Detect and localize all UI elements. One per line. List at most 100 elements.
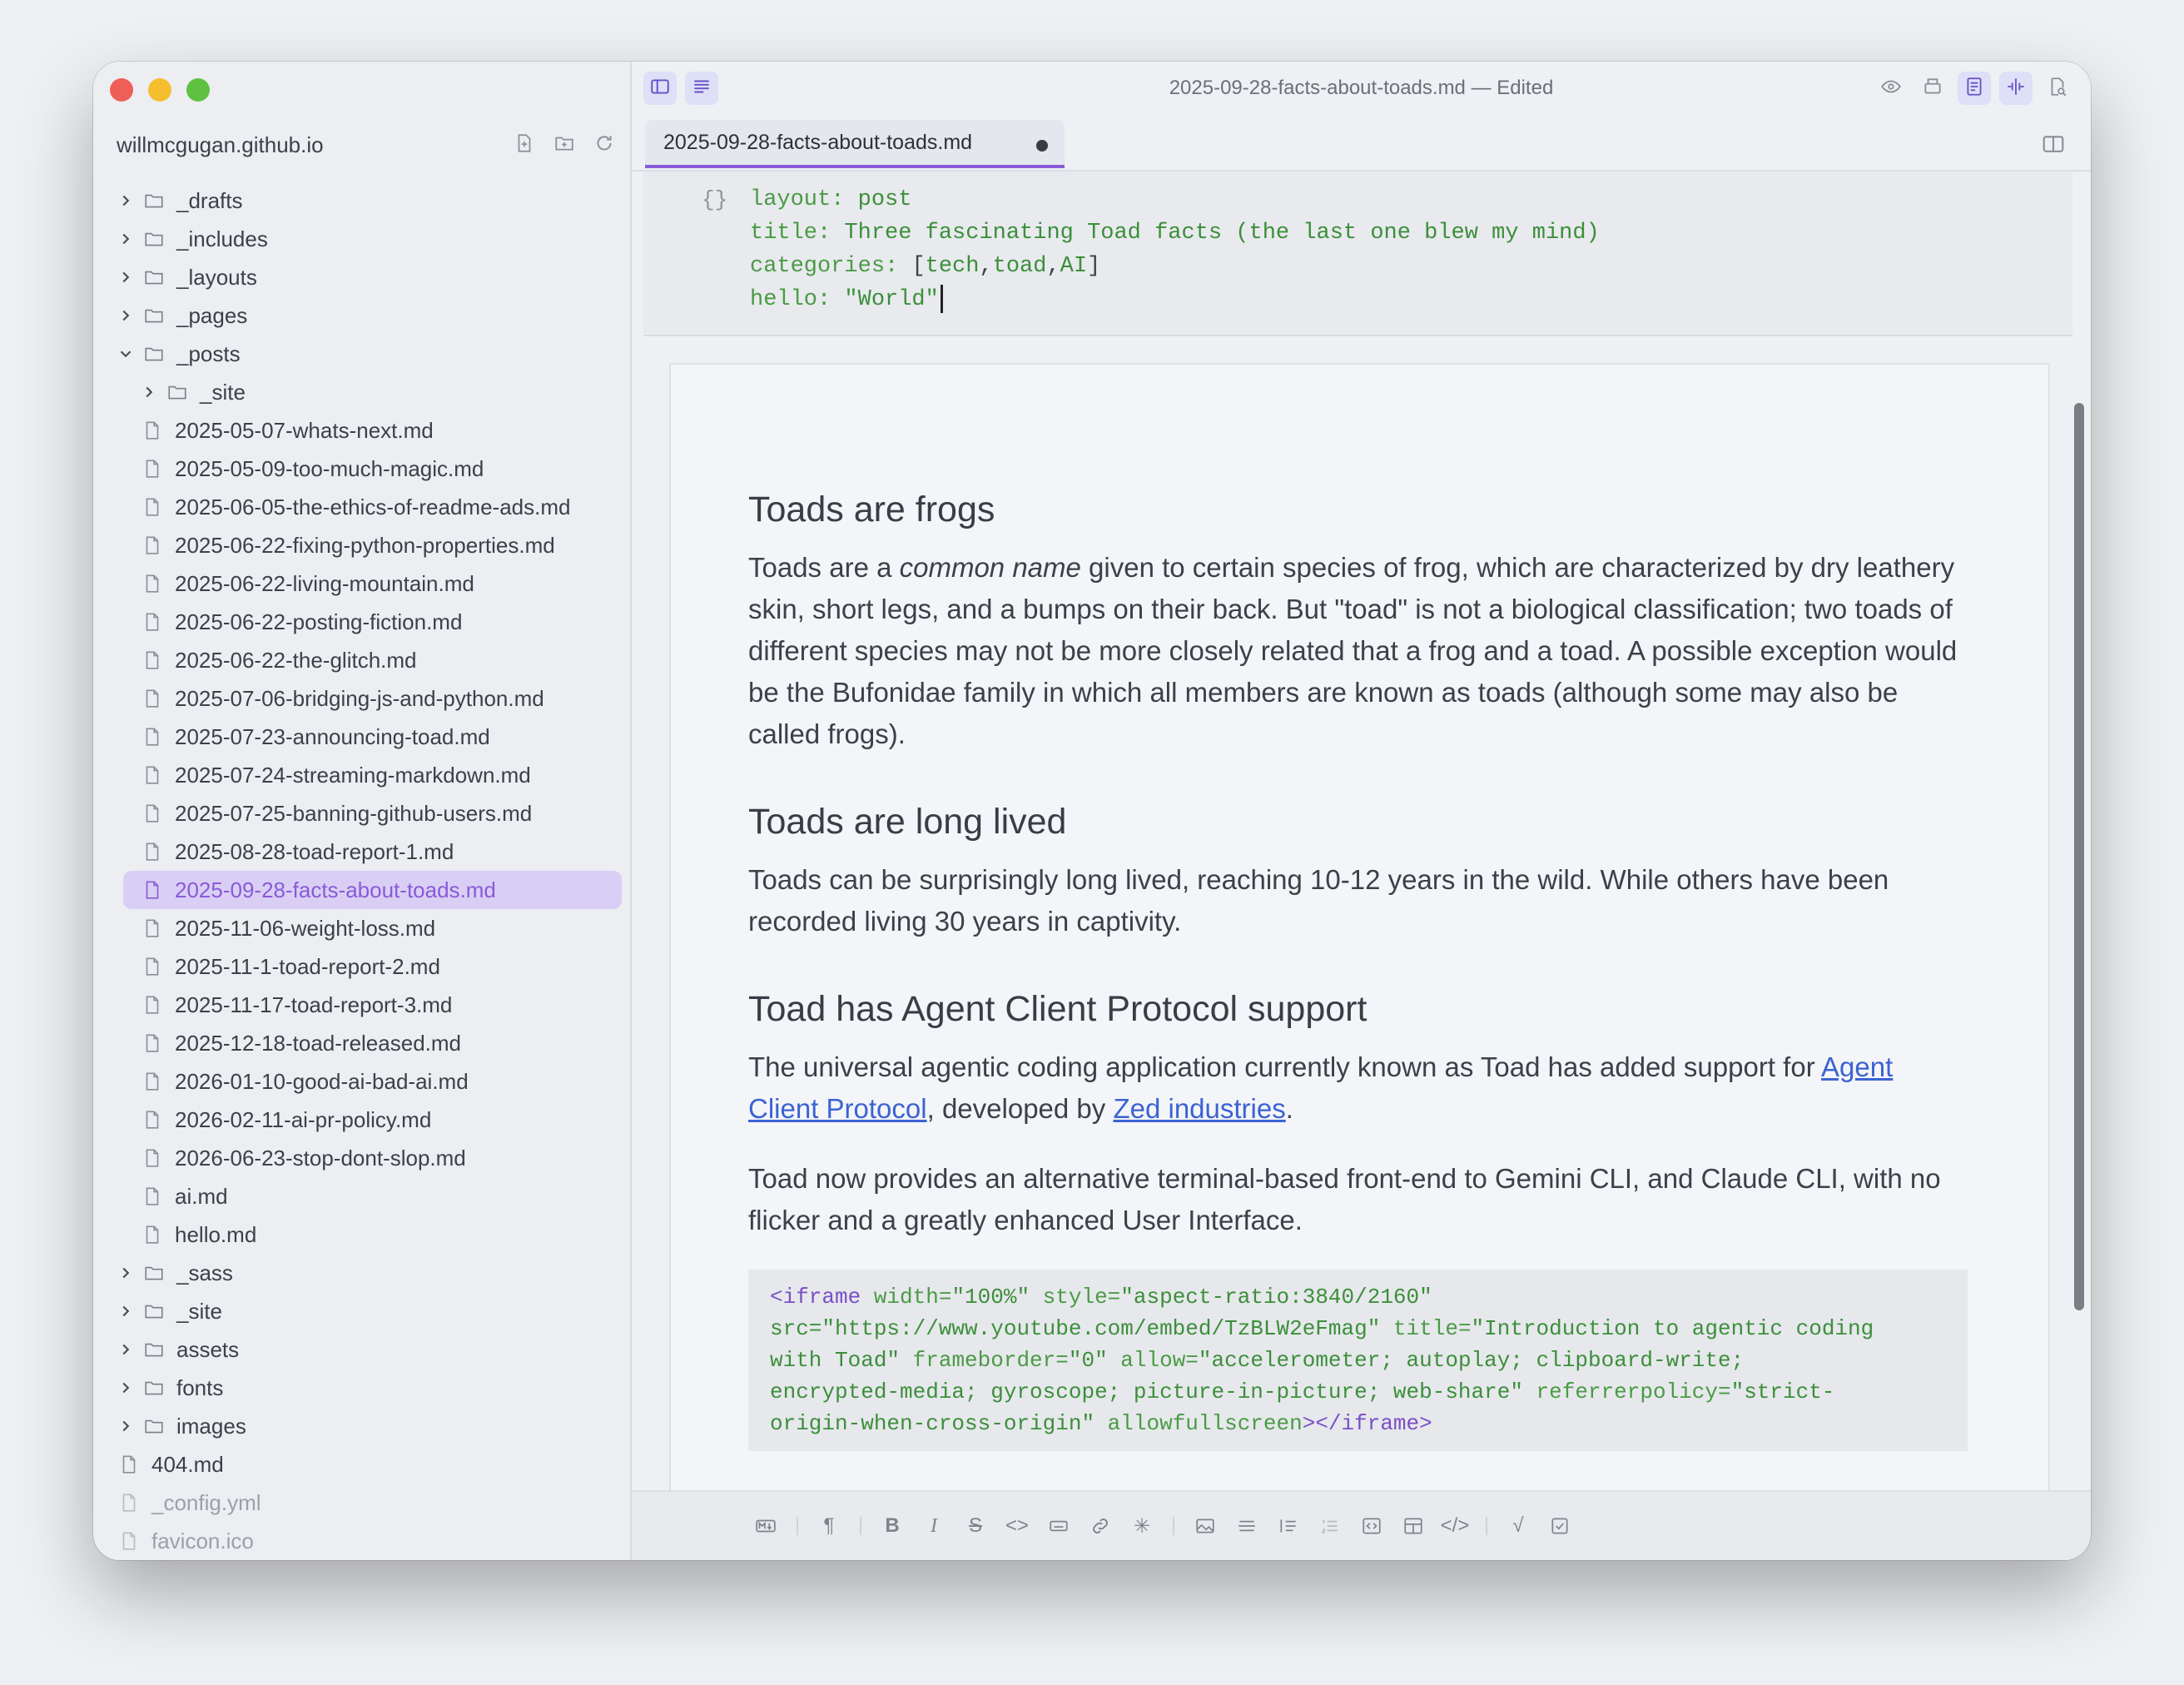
table-icon[interactable]	[1402, 1515, 1424, 1537]
refresh-icon[interactable]	[593, 132, 615, 158]
new-file-icon[interactable]	[514, 132, 535, 158]
bold-icon[interactable]: B	[881, 1514, 903, 1537]
tree-file-2025-07-25-banning-github-users-md[interactable]: 2025-07-25-banning-github-users.md	[93, 794, 630, 833]
tree-folder-fonts[interactable]: fonts	[93, 1369, 630, 1407]
file-icon	[141, 1147, 163, 1169]
tree-file-2025-06-22-posting-fiction-md[interactable]: 2025-06-22-posting-fiction.md	[93, 603, 630, 641]
keyboard-icon[interactable]	[1048, 1515, 1070, 1537]
math-icon[interactable]: √	[1507, 1514, 1529, 1537]
chevron-right-icon[interactable]	[117, 1340, 135, 1359]
tree-file-2025-11-1-toad-report-2-md[interactable]: 2025-11-1-toad-report-2.md	[93, 947, 630, 986]
tree-file-2025-07-06-bridging-js-and-python-md[interactable]: 2025-07-06-bridging-js-and-python.md	[93, 679, 630, 718]
tree-item-label: assets	[176, 1336, 240, 1362]
close-window-button[interactable]	[110, 78, 133, 102]
focus-mode-button[interactable]	[1999, 72, 2033, 105]
tree-file-2025-06-22-the-glitch-md[interactable]: 2025-06-22-the-glitch.md	[93, 641, 630, 679]
tree-file-2025-06-05-the-ethics-of-readme-ads-md[interactable]: 2025-06-05-the-ethics-of-readme-ads.md	[93, 488, 630, 526]
tree-item-label: 2025-06-22-fixing-python-properties.md	[175, 532, 555, 558]
folder-icon	[143, 1339, 165, 1360]
preview-button[interactable]	[1874, 72, 1908, 105]
unsaved-dot-icon[interactable]	[1036, 140, 1048, 152]
tree-file-2025-05-07-whats-next-md[interactable]: 2025-05-07-whats-next.md	[93, 411, 630, 450]
chevron-down-icon[interactable]	[117, 345, 135, 363]
tree-folder-drafts[interactable]: _drafts	[93, 181, 630, 220]
code-block-icon[interactable]	[1361, 1515, 1382, 1537]
tree-file-2025-05-09-too-much-magic-md[interactable]: 2025-05-09-too-much-magic.md	[93, 450, 630, 488]
paragraph-icon[interactable]: ¶	[818, 1514, 840, 1537]
strikethrough-icon[interactable]: S	[965, 1514, 986, 1537]
chevron-right-icon[interactable]	[117, 1302, 135, 1320]
split-view-button[interactable]	[2041, 132, 2066, 161]
tree-folder-images[interactable]: images	[93, 1407, 630, 1445]
checkbox-icon[interactable]	[1549, 1515, 1571, 1537]
tree-file-2025-07-23-announcing-toad-md[interactable]: 2025-07-23-announcing-toad.md	[93, 718, 630, 756]
tree-item-label: _layouts	[176, 264, 257, 290]
tree-item-label: 2025-06-05-the-ethics-of-readme-ads.md	[175, 494, 571, 519]
chevron-right-icon[interactable]	[140, 383, 158, 401]
tree-folder-site[interactable]: _site	[93, 1292, 630, 1330]
print-button[interactable]	[1916, 72, 1949, 105]
tree-folder-assets[interactable]: assets	[93, 1330, 630, 1369]
file-icon	[141, 917, 163, 939]
italic-icon[interactable]: I	[923, 1515, 945, 1537]
find-in-doc-button[interactable]	[2041, 72, 2074, 105]
chevron-right-icon[interactable]	[117, 1417, 135, 1435]
tree-folder-posts[interactable]: _posts	[93, 335, 630, 373]
code-block[interactable]: <iframe width="100%" style="aspect-ratio…	[748, 1270, 1968, 1451]
minimize-window-button[interactable]	[148, 78, 171, 102]
tree-file-2025-09-28-facts-about-toads-md[interactable]: 2025-09-28-facts-about-toads.md	[123, 871, 622, 909]
tab-facts-about-toads[interactable]: 2025-09-28-facts-about-toads.md	[645, 120, 1065, 168]
tree-file-hello-md[interactable]: hello.md	[93, 1215, 630, 1254]
html-icon[interactable]: </>	[1441, 1514, 1470, 1537]
tree-item-label: 404.md	[151, 1451, 224, 1477]
chevron-right-icon[interactable]	[117, 191, 135, 210]
image-icon[interactable]	[1194, 1515, 1216, 1537]
tree-folder-site[interactable]: _site	[93, 373, 630, 411]
front-matter-editor[interactable]: {} layout: post title: Three fascinating…	[643, 171, 2072, 336]
tree-folder-pages[interactable]: _pages	[93, 296, 630, 335]
tree-file-2025-12-18-toad-released-md[interactable]: 2025-12-18-toad-released.md	[93, 1024, 630, 1062]
tree-file-2025-11-06-weight-loss-md[interactable]: 2025-11-06-weight-loss.md	[93, 909, 630, 947]
chevron-right-icon[interactable]	[117, 268, 135, 286]
tree-file-config-yml[interactable]: _config.yml	[93, 1484, 630, 1522]
asterisk-icon[interactable]: ✳	[1131, 1515, 1153, 1538]
ordered-list-icon[interactable]	[1319, 1515, 1341, 1537]
link-icon[interactable]	[1090, 1515, 1111, 1537]
toolbar-divider	[1173, 1517, 1174, 1535]
link-zed-industries[interactable]: Zed industries	[1113, 1093, 1285, 1124]
tree-file-2025-07-24-streaming-markdown-md[interactable]: 2025-07-24-streaming-markdown.md	[93, 756, 630, 794]
tree-file-favicon-ico[interactable]: favicon.ico	[93, 1522, 630, 1560]
tree-folder-sass[interactable]: _sass	[93, 1254, 630, 1292]
tree-file-ai-md[interactable]: ai.md	[93, 1177, 630, 1215]
zoom-window-button[interactable]	[186, 78, 210, 102]
tree-folder-layouts[interactable]: _layouts	[93, 258, 630, 296]
window-controls	[110, 78, 210, 102]
tree-file-2026-02-11-ai-pr-policy-md[interactable]: 2026-02-11-ai-pr-policy.md	[93, 1101, 630, 1139]
chevron-right-icon[interactable]	[117, 1264, 135, 1282]
file-icon	[141, 1109, 163, 1131]
tree-file-2025-11-17-toad-report-3-md[interactable]: 2025-11-17-toad-report-3.md	[93, 986, 630, 1024]
tree-folder-includes[interactable]: _includes	[93, 220, 630, 258]
document-content[interactable]: Toads are frogs Toads are a common name …	[748, 490, 1968, 1451]
chevron-right-icon[interactable]	[117, 306, 135, 325]
file-icon	[141, 1032, 163, 1054]
tree-file-2026-06-23-stop-dont-slop-md[interactable]: 2026-06-23-stop-dont-slop.md	[93, 1139, 630, 1177]
tree-item-label: 2025-05-09-too-much-magic.md	[175, 455, 484, 481]
document-scroll-area[interactable]: Toads are frogs Toads are a common name …	[632, 335, 2091, 1492]
tree-file-404-md[interactable]: 404.md	[93, 1445, 630, 1484]
md-source-icon[interactable]	[755, 1515, 777, 1537]
tree-file-2025-08-28-toad-report-1-md[interactable]: 2025-08-28-toad-report-1.md	[93, 833, 630, 871]
tree-file-2025-06-22-living-mountain-md[interactable]: 2025-06-22-living-mountain.md	[93, 564, 630, 603]
inline-code-icon[interactable]: <>	[1005, 1514, 1029, 1537]
search-doc-icon	[2047, 76, 2068, 102]
tree-file-2025-06-22-fixing-python-properties-md[interactable]: 2025-06-22-fixing-python-properties.md	[93, 526, 630, 564]
doc-mode-button[interactable]	[1958, 72, 1991, 105]
chevron-right-icon[interactable]	[117, 230, 135, 248]
hr-icon[interactable]	[1236, 1515, 1258, 1537]
tree-file-2026-01-10-good-ai-bad-ai-md[interactable]: 2026-01-10-good-ai-bad-ai.md	[93, 1062, 630, 1101]
tree-item-label: 2025-07-06-bridging-js-and-python.md	[175, 685, 544, 711]
vertical-scrollbar[interactable]	[2074, 403, 2084, 1310]
chevron-right-icon[interactable]	[117, 1379, 135, 1397]
list-icon[interactable]	[1278, 1515, 1299, 1537]
new-folder-icon[interactable]	[553, 132, 575, 158]
